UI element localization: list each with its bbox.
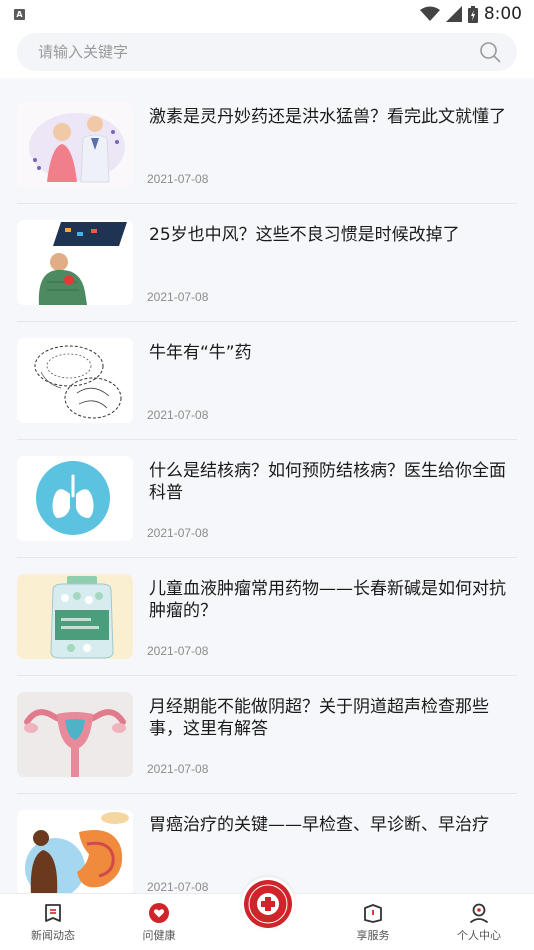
status-right: 8:00	[419, 4, 522, 24]
status-left: A	[14, 8, 25, 20]
herb-sketch-illustration-icon	[17, 338, 133, 423]
news-item[interactable]: 什么是结核病？如何预防结核病？医生给你全面科普 2021-07-08	[17, 440, 517, 558]
wifi-icon	[419, 6, 440, 21]
stomach-illustration-icon	[17, 810, 133, 895]
news-icon	[45, 904, 61, 922]
news-title: 胃癌治疗的关键——早检查、早诊断、早治疗	[149, 815, 489, 835]
nav-item-health[interactable]: 问健康	[114, 902, 204, 943]
news-title: 月经期能不能做阴超？关于阴道超声检查那些事，这里有解答	[149, 697, 489, 739]
uterus-illustration-icon	[17, 692, 133, 777]
news-date: 2021-07-08	[147, 172, 209, 186]
nav-item-service[interactable]: 享服务	[328, 902, 418, 943]
news-date: 2021-07-08	[147, 290, 209, 304]
sim-notification-icon: A	[14, 8, 25, 20]
news-title: 什么是结核病？如何预防结核病？医生给你全面科普	[149, 461, 506, 503]
status-bar: A 8:00	[0, 0, 534, 28]
news-list: 激素是灵丹妙药还是洪水猛兽？看完此文就懂了 2021-07-08 25岁也中风？…	[0, 86, 534, 912]
nav-item-news[interactable]: 新闻动态	[8, 902, 98, 943]
search-bar	[0, 28, 534, 78]
news-item[interactable]: 牛年有“牛”药 2021-07-08	[17, 322, 517, 440]
news-title: 激素是灵丹妙药还是洪水猛兽？看完此文就懂了	[149, 107, 506, 127]
heart-icon	[149, 903, 169, 923]
search-icon[interactable]	[479, 41, 501, 63]
profile-icon	[470, 903, 488, 923]
news-title: 儿童血液肿瘤常用药物——长春新碱是如何对抗肿瘤的？	[149, 579, 506, 621]
hospital-logo-icon	[244, 880, 292, 928]
news-item[interactable]: 儿童血液肿瘤常用药物——长春新碱是如何对抗肿瘤的？ 2021-07-08	[17, 558, 517, 676]
lungs-icon	[17, 456, 133, 541]
hospital-logo-button[interactable]	[241, 877, 295, 931]
nav-label: 个人中心	[457, 929, 501, 942]
nav-item-profile[interactable]: 个人中心	[434, 902, 524, 943]
nav-label: 问健康	[142, 929, 176, 942]
news-date: 2021-07-08	[147, 880, 209, 894]
service-icon	[364, 904, 382, 923]
cell-signal-icon	[445, 6, 462, 22]
news-title: 牛年有“牛”药	[149, 343, 252, 363]
search-box[interactable]	[17, 33, 517, 71]
news-date: 2021-07-08	[147, 762, 209, 776]
news-item[interactable]: 25岁也中风？这些不良习惯是时候改掉了 2021-07-08	[17, 204, 517, 322]
news-date: 2021-07-08	[147, 408, 209, 422]
search-input[interactable]	[38, 43, 479, 61]
nav-label: 享服务	[356, 929, 390, 942]
news-item[interactable]: 月经期能不能做阴超？关于阴道超声检查那些事，这里有解答 2021-07-08	[17, 676, 517, 794]
pill-bottle-illustration-icon	[17, 574, 133, 659]
status-time: 8:00	[483, 4, 522, 24]
man-phone-illustration-icon	[17, 220, 133, 305]
news-date: 2021-07-08	[147, 644, 209, 658]
doctor-patient-illustration-icon	[17, 102, 133, 187]
news-date: 2021-07-08	[147, 526, 209, 540]
news-title: 25岁也中风？这些不良习惯是时候改掉了	[149, 225, 460, 245]
battery-icon	[467, 5, 478, 23]
news-item[interactable]: 激素是灵丹妙药还是洪水猛兽？看完此文就懂了 2021-07-08	[17, 86, 517, 204]
nav-label: 新闻动态	[31, 929, 75, 942]
